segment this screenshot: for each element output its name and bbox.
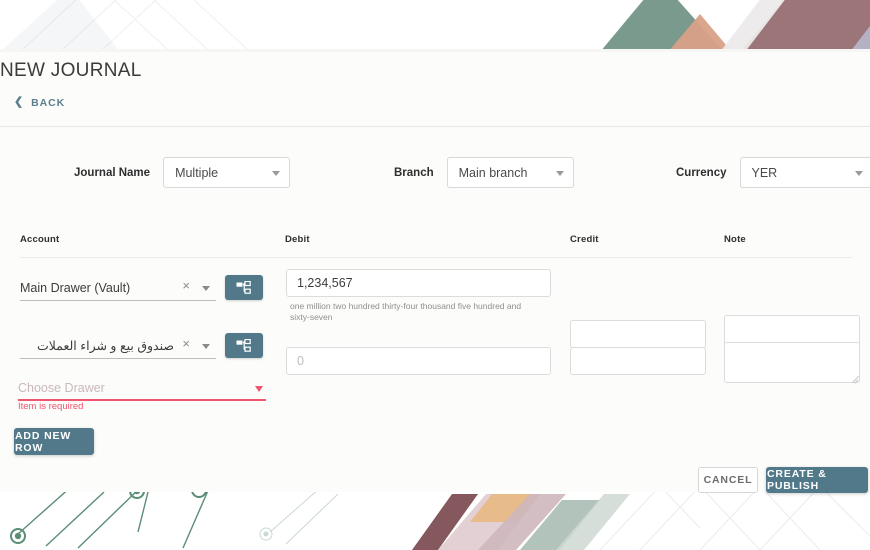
- account-cell: Main Drawer (Vault) ×: [20, 275, 263, 301]
- choose-drawer-select[interactable]: Choose Drawer: [18, 377, 266, 401]
- sitemap-icon: [236, 280, 251, 294]
- back-link[interactable]: ❮ BACK: [14, 96, 66, 110]
- account-tree-button[interactable]: [225, 275, 263, 300]
- note-textarea[interactable]: [724, 342, 860, 383]
- branch-value: Main branch: [458, 165, 528, 180]
- debit-input[interactable]: [286, 347, 551, 375]
- debit-amount-in-words: one million two hundred thirty-four thou…: [290, 301, 522, 323]
- create-and-publish-button[interactable]: CREATE & PUBLISH: [766, 467, 868, 493]
- account-cell: صندوق بيع و شراء العملات ×: [20, 333, 263, 359]
- table-header-divider: [20, 257, 852, 258]
- credit-input[interactable]: [570, 347, 706, 375]
- account-select[interactable]: صندوق بيع و شراء العملات ×: [20, 333, 216, 359]
- column-header-credit: Credit: [570, 234, 599, 245]
- chevron-down-icon: [555, 170, 564, 176]
- back-link-label: BACK: [31, 97, 66, 109]
- journal-name-label: Journal Name: [74, 166, 151, 179]
- field-journal-name: Journal Name Multiple: [74, 157, 291, 188]
- account-select[interactable]: Main Drawer (Vault) ×: [20, 275, 216, 301]
- currency-select[interactable]: YER: [739, 157, 870, 188]
- branch-select[interactable]: Main branch: [446, 157, 574, 188]
- chevron-down-icon[interactable]: [202, 344, 210, 349]
- chevron-down-icon[interactable]: [202, 286, 210, 291]
- clear-icon[interactable]: ×: [182, 279, 190, 292]
- journal-name-select[interactable]: Multiple: [163, 157, 291, 188]
- field-currency: Currency YER: [676, 157, 870, 188]
- choose-drawer-placeholder: Choose Drawer: [18, 381, 105, 395]
- page-title: NEW JOURNAL: [0, 60, 142, 81]
- chevron-down-icon: [255, 386, 263, 392]
- decorative-background-top: [0, 0, 870, 52]
- debit-input[interactable]: [286, 269, 551, 297]
- header-divider: [0, 126, 870, 127]
- currency-value: YER: [751, 165, 778, 180]
- field-branch: Branch Main branch: [394, 157, 574, 188]
- column-header-debit: Debit: [285, 234, 310, 245]
- filters-row: Journal Name Multiple Branch Main branch…: [0, 157, 870, 191]
- page-header: NEW JOURNAL ❮ BACK: [0, 52, 870, 130]
- currency-label: Currency: [676, 166, 727, 179]
- cancel-button[interactable]: CANCEL: [698, 467, 758, 493]
- chevron-left-icon: ❮: [14, 96, 25, 108]
- journal-name-value: Multiple: [175, 165, 219, 180]
- account-tree-button[interactable]: [225, 333, 263, 358]
- content-card: NEW JOURNAL ❮ BACK Journal Name Multiple…: [0, 52, 870, 493]
- new-journal-screen: NEW JOURNAL ❮ BACK Journal Name Multiple…: [0, 0, 870, 550]
- branch-label: Branch: [394, 166, 434, 179]
- chevron-down-icon: [272, 170, 281, 176]
- column-header-note: Note: [724, 234, 746, 245]
- clear-icon[interactable]: ×: [182, 337, 190, 350]
- chevron-down-icon: [854, 170, 863, 176]
- account-value: Main Drawer (Vault): [20, 280, 131, 295]
- sitemap-icon: [236, 338, 251, 352]
- credit-input[interactable]: [570, 320, 706, 348]
- add-new-row-button[interactable]: ADD NEW ROW: [14, 428, 94, 455]
- decorative-background-bottom: [0, 492, 870, 550]
- choose-drawer-error: Item is required: [18, 401, 84, 412]
- column-header-account: Account: [20, 234, 60, 245]
